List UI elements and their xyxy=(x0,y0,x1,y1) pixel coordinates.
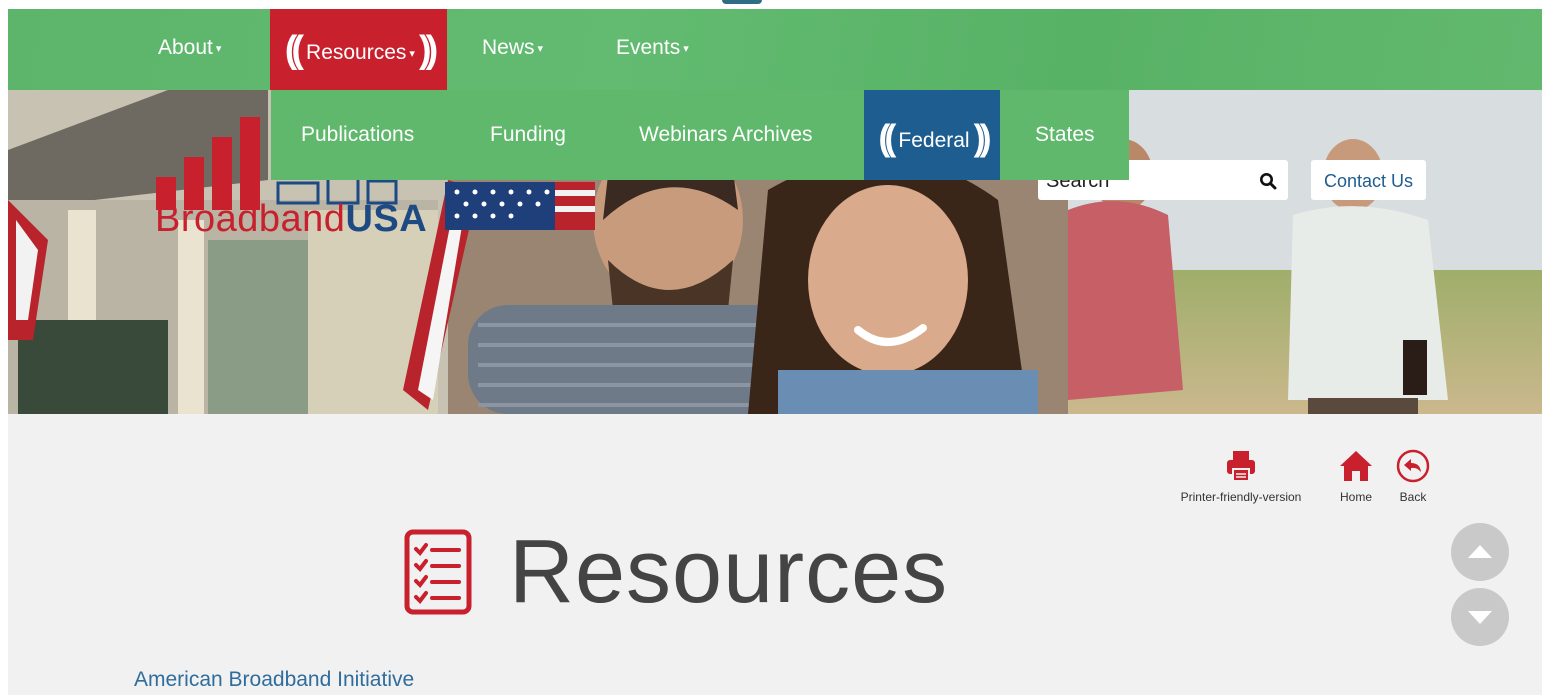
logo-part-broadband: Broadband xyxy=(155,198,346,240)
scroll-up-button[interactable] xyxy=(1451,523,1509,581)
nav-news[interactable]: News ▾ xyxy=(482,9,543,90)
flag-stars-graphic xyxy=(445,182,595,230)
window-left-edge xyxy=(0,0,8,695)
american-broadband-initiative-link[interactable]: American Broadband Initiative xyxy=(134,668,414,692)
page-title: Resources xyxy=(509,522,949,622)
window-top-edge xyxy=(0,0,1542,9)
nav-news-label: News xyxy=(482,36,535,59)
home-link[interactable]: Home xyxy=(1330,449,1382,504)
caret-down-icon: ▾ xyxy=(215,43,222,55)
menu-item-funding[interactable]: Funding xyxy=(490,90,566,180)
home-label: Home xyxy=(1339,490,1372,504)
nav-events-label: Events xyxy=(616,36,681,59)
back-link[interactable]: Back xyxy=(1390,449,1436,504)
broadband-usa-logo[interactable]: BroadbandUSA xyxy=(155,198,427,241)
printer-friendly-link[interactable]: Printer-friendly-version xyxy=(1163,449,1319,504)
checklist-icon xyxy=(404,529,472,615)
menu-item-federal[interactable]: ((Federal)) xyxy=(864,90,1000,180)
back-label: Back xyxy=(1399,490,1427,504)
home-icon xyxy=(1340,451,1372,481)
signal-right-icon: )) xyxy=(973,117,992,158)
printer-friendly-label: Printer-friendly-version xyxy=(1180,490,1302,504)
printer-icon xyxy=(1227,451,1255,482)
resources-dropdown-menu: Publications Funding Webinars Archives (… xyxy=(271,90,1129,180)
menu-item-webinars-archives[interactable]: Webinars Archives xyxy=(639,90,813,180)
caret-down-icon: ▾ xyxy=(537,43,544,55)
chevron-up-icon xyxy=(1468,545,1492,558)
search-icon[interactable] xyxy=(1259,172,1277,190)
nav-resources-label: Resources xyxy=(306,41,407,64)
signal-left-icon: (( xyxy=(284,29,304,71)
nav-events[interactable]: Events ▾ xyxy=(616,9,689,90)
chevron-down-icon xyxy=(1468,611,1492,624)
caret-down-icon: ▾ xyxy=(683,43,689,55)
contact-us-button[interactable]: Contact Us xyxy=(1311,160,1426,200)
nav-about-label: About xyxy=(158,36,213,59)
back-arrow-icon xyxy=(1396,449,1430,483)
menu-item-publications[interactable]: Publications xyxy=(301,90,414,180)
menu-item-federal-label: Federal xyxy=(898,129,970,152)
main-navigation: About ▾ ((Resources ▾)) News ▾ Events ▾ xyxy=(8,9,1542,90)
logo-part-usa: USA xyxy=(345,198,428,240)
top-edge-element xyxy=(722,0,762,4)
menu-item-states[interactable]: States xyxy=(1035,90,1095,180)
signal-right-icon: )) xyxy=(418,29,438,71)
signal-left-icon: (( xyxy=(878,117,896,158)
nav-about[interactable]: About ▾ xyxy=(158,9,221,90)
scroll-down-button[interactable] xyxy=(1451,588,1509,646)
nav-resources[interactable]: ((Resources ▾)) xyxy=(270,9,447,90)
caret-down-icon: ▾ xyxy=(409,48,415,60)
